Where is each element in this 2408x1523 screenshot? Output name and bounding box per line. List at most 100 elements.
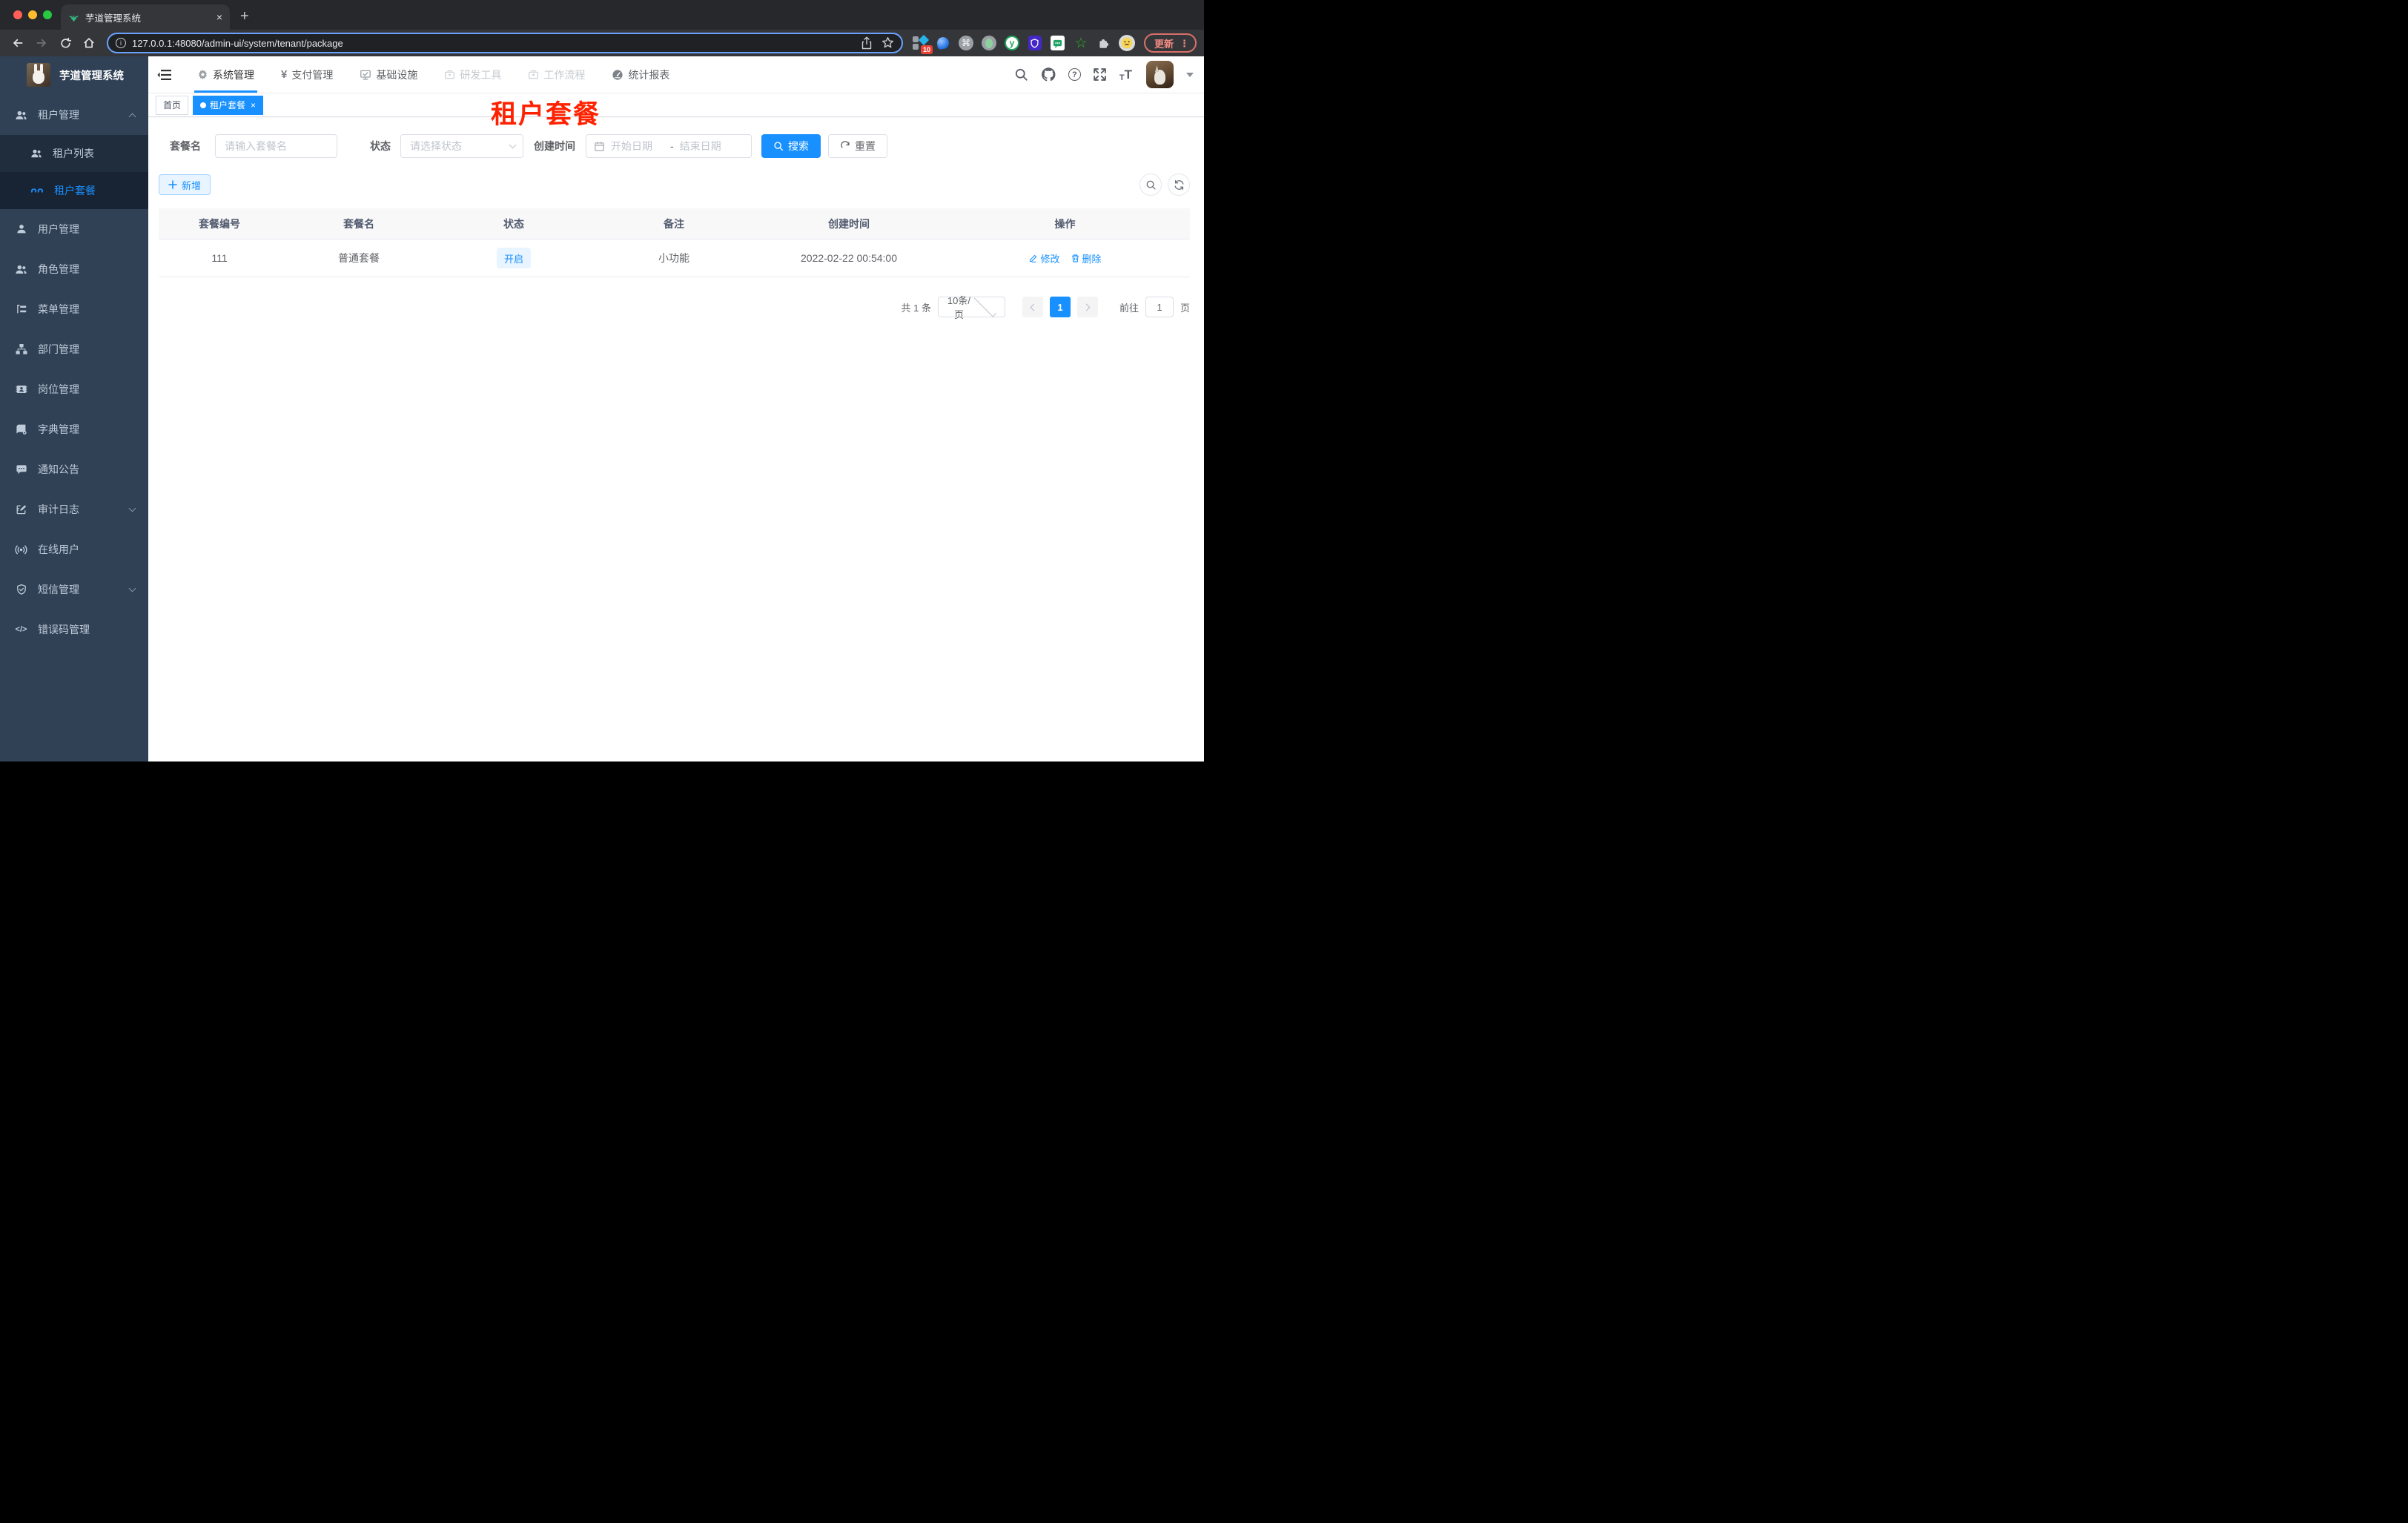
site-info-icon[interactable]: i (116, 38, 126, 48)
profile-avatar-icon[interactable] (1118, 35, 1135, 51)
nav-item-system[interactable]: 系统管理 (184, 56, 268, 93)
sidebar-item-user-management[interactable]: 用户管理 (0, 209, 148, 249)
extension-chat-icon[interactable] (1050, 35, 1066, 51)
chevron-down-icon (128, 584, 136, 592)
zoom-window-button[interactable] (43, 10, 52, 19)
share-icon[interactable] (861, 36, 873, 50)
extension-command-icon[interactable]: ⌘ (958, 35, 974, 51)
package-name-input[interactable] (215, 134, 337, 158)
extensions-puzzle-icon[interactable] (1096, 35, 1112, 51)
sidebar-item-dept-management[interactable]: 部门管理 (0, 329, 148, 369)
org-tree-icon (15, 343, 27, 356)
add-button[interactable]: 新增 (159, 174, 211, 195)
chrome-update-button[interactable]: 更新 ⋮ (1143, 33, 1197, 53)
nav-item-pay[interactable]: ¥ 支付管理 (268, 56, 346, 93)
sidebar-item-role-management[interactable]: 角色管理 (0, 249, 148, 289)
delete-link[interactable]: 删除 (1071, 251, 1102, 265)
reload-icon[interactable] (55, 33, 76, 53)
forward-icon[interactable] (31, 33, 52, 53)
extension-shield-icon[interactable] (1027, 35, 1043, 51)
dictionary-icon (15, 423, 27, 436)
chevron-down-icon (509, 141, 517, 149)
help-icon[interactable]: ? (1068, 68, 1081, 81)
search-button[interactable]: 搜索 (761, 134, 821, 158)
status-badge: 开启 (496, 248, 531, 268)
bookmark-star-icon[interactable] (882, 36, 894, 50)
sidebar-item-post-management[interactable]: 岗位管理 (0, 369, 148, 409)
create-time-range-picker[interactable]: - (586, 134, 752, 158)
sidebar-item-online-users[interactable]: 在线用户 (0, 529, 148, 569)
extension-gem-icon[interactable] (935, 35, 951, 51)
chrome-menu-icon[interactable]: ⋮ (1180, 39, 1189, 48)
start-date-input[interactable] (611, 140, 664, 152)
browser-tab[interactable]: 芋道管理系统 × (61, 4, 230, 30)
sidebar-item-label: 用户管理 (38, 223, 79, 235)
url-text[interactable]: 127.0.0.1:48080/admin-ui/system/tenant/p… (132, 38, 855, 49)
annotation-title: 租户套餐 (491, 100, 601, 129)
refresh-table-icon[interactable] (1168, 174, 1190, 196)
sidebar-item-notice[interactable]: 通知公告 (0, 449, 148, 489)
prev-page-button[interactable] (1022, 297, 1043, 317)
tag-tenant-package[interactable]: 租户套餐 × (193, 95, 264, 115)
chevron-down-icon (128, 504, 136, 512)
fullscreen-icon[interactable] (1092, 67, 1108, 83)
user-avatar[interactable] (1146, 61, 1174, 88)
nav-item-workflow[interactable]: 工作流程 (515, 56, 598, 93)
sidebar-item-tenant-list[interactable]: 租户列表 (0, 135, 148, 172)
header-search-icon[interactable] (1013, 67, 1030, 83)
log-icon (15, 503, 27, 516)
sidebar-item-label: 租户管理 (38, 109, 79, 121)
browser-toolbar: i 127.0.0.1:48080/admin-ui/system/tenant… (0, 30, 1204, 56)
new-tab-button[interactable]: + (240, 8, 249, 25)
online-signal-icon (15, 544, 27, 556)
tags-view-bar: 首页 租户套餐 × (148, 93, 1204, 117)
home-icon[interactable] (79, 33, 99, 53)
show-search-toggle-icon[interactable] (1140, 174, 1162, 196)
update-label: 更新 (1154, 38, 1174, 50)
total-count: 共 1 条 (901, 302, 931, 314)
avatar-caret-icon[interactable] (1186, 72, 1194, 77)
sidebar-item-dict-management[interactable]: 字典管理 (0, 409, 148, 449)
post-badge-icon (15, 383, 27, 396)
tab-close-icon[interactable]: × (216, 12, 222, 22)
extension-y-icon[interactable]: y (1004, 35, 1020, 51)
sidebar-item-menu-management[interactable]: 菜单管理 (0, 289, 148, 329)
sidebar-item-label: 租户列表 (53, 148, 94, 159)
close-window-button[interactable] (13, 10, 22, 19)
sidebar-item-tenant-package[interactable]: 租户套餐 (0, 172, 148, 209)
page-size-select[interactable]: 10条/页 (937, 294, 1005, 320)
sidebar-item-tenant-management[interactable]: 租户管理 (0, 95, 148, 135)
nav-item-infra[interactable]: 基础设施 (346, 56, 431, 93)
monitor-icon (360, 69, 371, 81)
lashes-icon (30, 184, 44, 197)
extension-star-icon[interactable]: ☆ (1073, 35, 1089, 51)
nav-item-report[interactable]: 统计报表 (598, 56, 683, 93)
goto-page-input[interactable] (1145, 297, 1174, 317)
collapse-sidebar-icon[interactable] (157, 69, 172, 81)
end-date-input[interactable] (679, 140, 733, 152)
tag-home[interactable]: 首页 (156, 95, 189, 115)
github-icon[interactable] (1041, 67, 1057, 83)
font-size-icon[interactable]: TT (1119, 67, 1132, 82)
sidebar-item-sms-management[interactable]: 短信管理 (0, 569, 148, 609)
tag-close-icon[interactable]: × (251, 100, 256, 110)
edit-link[interactable]: 修改 (1028, 251, 1060, 265)
table-header-row: 套餐编号 套餐名 状态 备注 创建时间 操作 (159, 208, 1190, 239)
sidebar-item-audit-log[interactable]: 审计日志 (0, 489, 148, 529)
status-select[interactable]: 请选择状态 (400, 134, 523, 158)
extension-blue-diamond-icon[interactable]: 10 (912, 34, 933, 54)
back-icon[interactable] (7, 33, 28, 53)
extension-green-dot-icon[interactable] (981, 35, 997, 51)
reset-button[interactable]: 重置 (828, 134, 887, 158)
url-bar[interactable]: i 127.0.0.1:48080/admin-ui/system/tenant… (107, 33, 903, 53)
peoples-icon (30, 148, 42, 159)
sidebar-logo[interactable]: 芋道管理系统 (0, 56, 148, 93)
next-page-button[interactable] (1076, 297, 1098, 317)
chevron-up-icon (128, 113, 136, 120)
cell-create-time: 2022-02-22 00:54:00 (801, 252, 897, 264)
nav-item-dev-tools[interactable]: 研发工具 (431, 56, 515, 93)
sidebar-item-error-code-management[interactable]: </> 错误码管理 (0, 609, 148, 650)
current-page-button[interactable]: 1 (1049, 297, 1071, 317)
minimize-window-button[interactable] (28, 10, 37, 19)
tag-label: 租户套餐 (210, 100, 246, 110)
